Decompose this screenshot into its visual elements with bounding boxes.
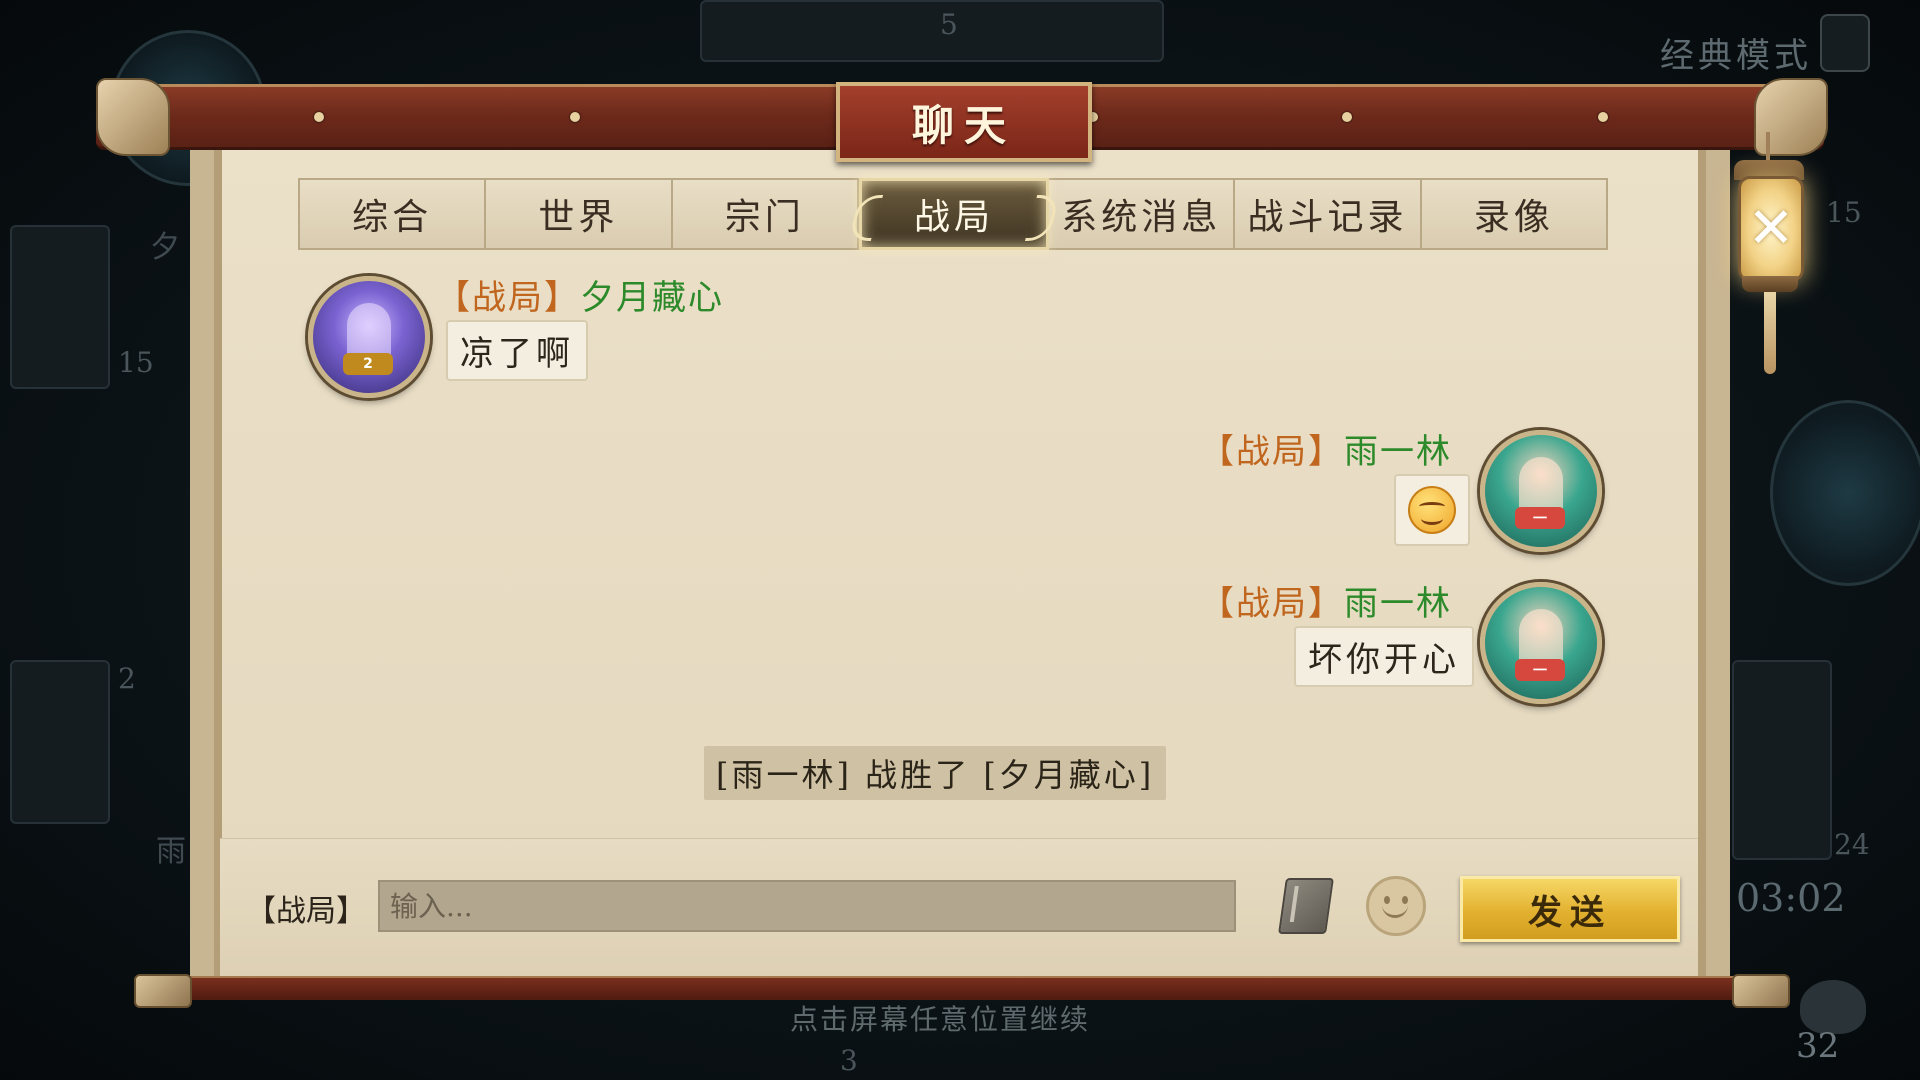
mode-label: 经典模式	[1660, 36, 1812, 76]
avatar[interactable]: 一	[1480, 430, 1602, 552]
input-channel-label[interactable]: 【战局】	[246, 886, 366, 930]
seat-count: 15	[118, 346, 154, 379]
menu-icon	[1820, 14, 1870, 72]
seat-count: 24	[1834, 828, 1870, 861]
phrasebook-icon[interactable]	[1278, 878, 1334, 934]
send-button[interactable]: 发送	[1460, 876, 1680, 942]
tab-sect[interactable]: 宗门	[672, 178, 859, 250]
close-button[interactable]: ✕	[1738, 176, 1804, 282]
dialog-title-text: 聊天	[911, 100, 1016, 150]
seat-circle	[1770, 400, 1920, 586]
seat-count: 15	[1826, 196, 1862, 229]
seat-count: 2	[118, 662, 136, 695]
scroll-ornament	[96, 78, 170, 156]
rivet	[314, 112, 324, 122]
tab-general[interactable]: 综合	[298, 178, 487, 250]
seat-name: 夕	[150, 230, 180, 265]
continue-hint: 点击屏幕任意位置继续	[790, 1003, 1091, 1036]
grinning-face-emoji	[1408, 486, 1456, 534]
sender-name[interactable]: 夕月藏心	[580, 278, 724, 318]
panel-edge	[1698, 144, 1706, 980]
rivet	[570, 112, 580, 122]
rivet	[1598, 112, 1608, 122]
avatar-badge: 一	[1515, 659, 1565, 681]
opponent-card	[10, 225, 110, 389]
message-bubble: 坏你开心	[1294, 626, 1474, 687]
message-header: 【战局】夕月藏心	[436, 270, 724, 319]
avatar[interactable]: 2	[308, 276, 430, 398]
rivet	[1342, 112, 1352, 122]
deck-count: 5	[940, 8, 958, 41]
message-bubble	[1394, 474, 1470, 546]
turn-timer: 03:02	[1736, 876, 1846, 920]
avatar-badge: 一	[1515, 507, 1565, 529]
lantern-tassel	[1764, 292, 1776, 374]
system-battle-result: [雨一林] 战胜了 [夕月藏心]	[704, 746, 1167, 800]
channel-tag: 【战局】	[1200, 584, 1344, 624]
avatar-badge: 2	[343, 353, 393, 375]
scroll-bottom-rod	[134, 976, 1786, 1000]
pile-count: 3	[840, 1044, 858, 1077]
tab-world[interactable]: 世界	[486, 178, 673, 250]
emoji-picker-icon[interactable]	[1366, 876, 1426, 936]
player-count: 32	[1796, 1026, 1840, 1066]
center-deck	[700, 0, 1164, 62]
tab-battle[interactable]: 战局	[858, 178, 1050, 250]
channel-tag: 【战局】	[436, 278, 580, 318]
scroll-ornament	[134, 974, 192, 1008]
tab-replays[interactable]: 录像	[1421, 178, 1608, 250]
close-icon: ✕	[1747, 196, 1795, 261]
message-header: 【战局】雨一林	[1200, 576, 1452, 625]
tab-battle-log[interactable]: 战斗记录	[1235, 178, 1422, 250]
avatar[interactable]: 一	[1480, 582, 1602, 704]
message-header: 【战局】雨一林	[1200, 424, 1452, 473]
channel-tag: 【战局】	[1200, 432, 1344, 472]
message-bubble: 凉了啊	[446, 320, 588, 381]
dialog-title: 聊天	[836, 82, 1092, 162]
sender-name[interactable]: 雨一林	[1344, 432, 1452, 472]
opponent-card	[1732, 660, 1832, 860]
scroll-ornament	[1732, 974, 1790, 1008]
lantern-base	[1742, 276, 1798, 292]
chat-input[interactable]	[378, 880, 1236, 932]
channel-tabs: 综合 世界 宗门 战局 系统消息 战斗记录 录像	[298, 178, 1608, 250]
emoji-mouth	[1382, 901, 1408, 918]
opponent-card	[10, 660, 110, 824]
tab-system-messages[interactable]: 系统消息	[1049, 178, 1236, 250]
sender-name[interactable]: 雨一林	[1344, 584, 1452, 624]
seat-name: 雨	[156, 834, 186, 869]
